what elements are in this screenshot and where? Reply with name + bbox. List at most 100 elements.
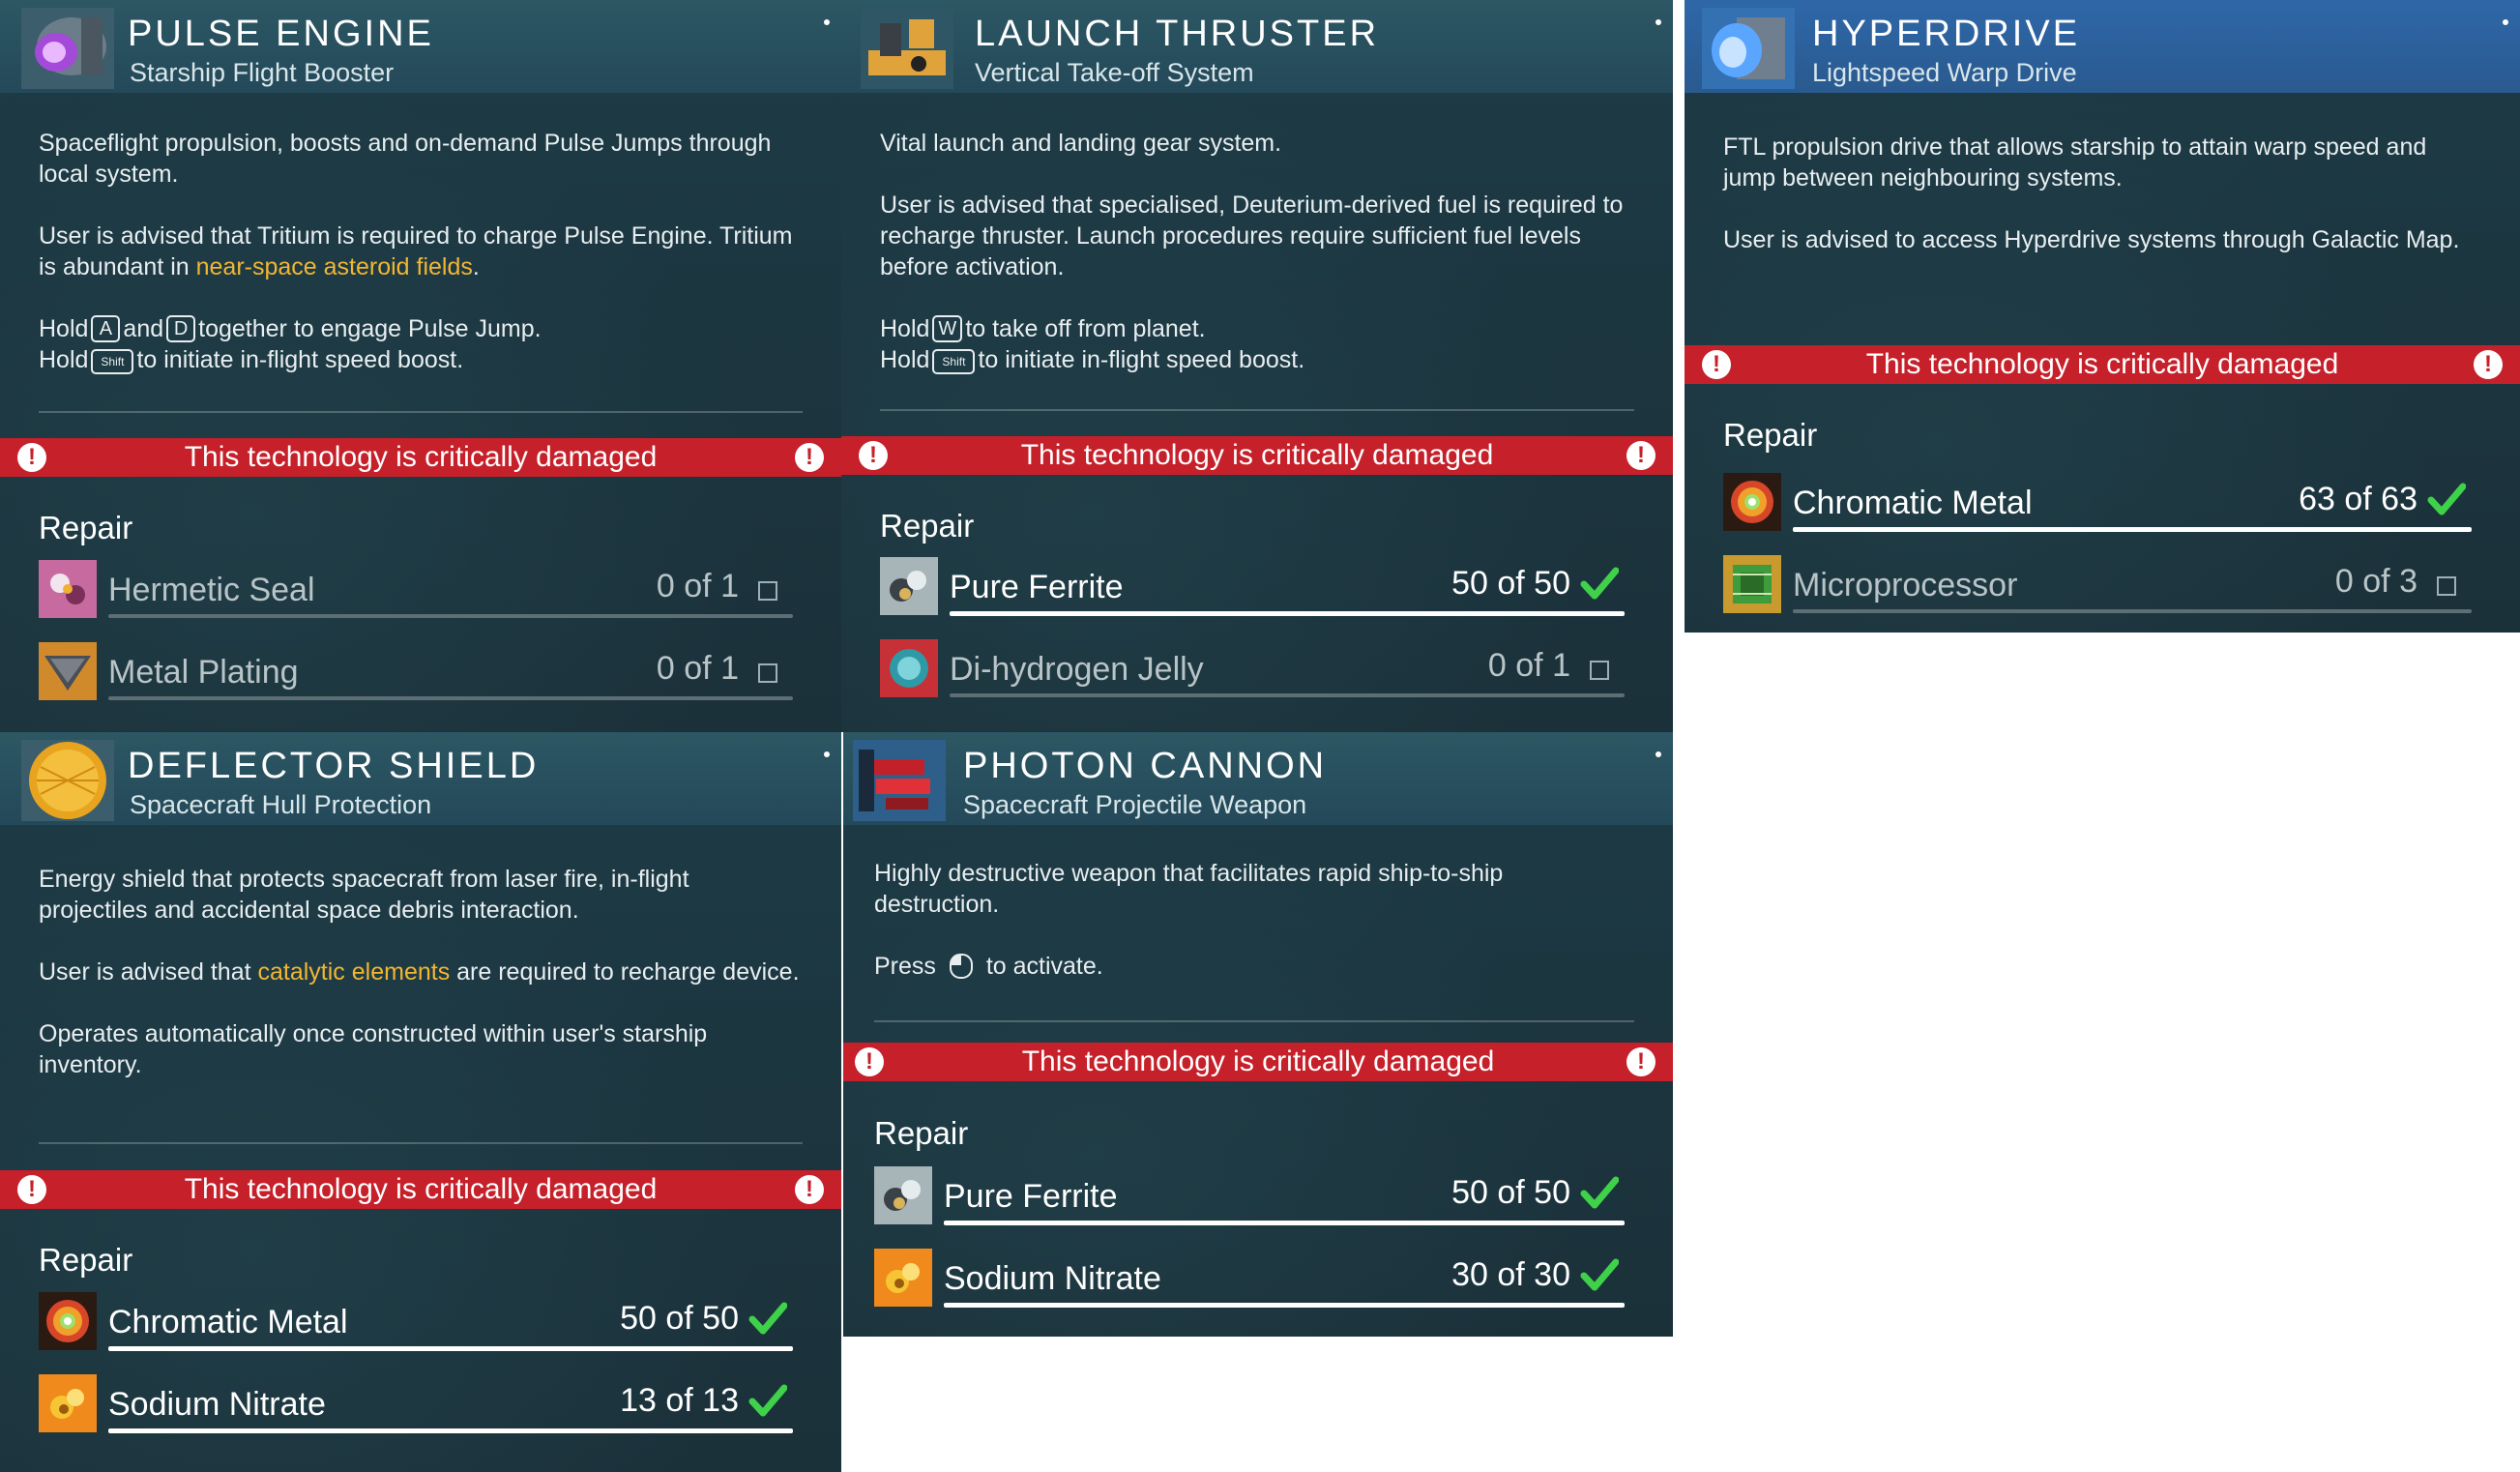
repair-item-pure-ferrite[interactable]: Pure Ferrite 50 of 50 [874, 1161, 1625, 1230]
key-d: D [166, 315, 196, 342]
warning-text: This technology is critically damaged [184, 1173, 658, 1205]
launch-thruster-panel: LAUNCH THRUSTER Vertical Take-off System… [841, 0, 1673, 732]
warning-icon: ! [1626, 441, 1656, 470]
repair-item-chromatic-metal[interactable]: Chromatic Metal 63 of 63 [1723, 467, 2472, 537]
progress-underline [108, 614, 793, 618]
deflector-shield-icon [21, 740, 114, 821]
control-hint: Hold Wto take off from planet. [880, 315, 1206, 342]
item-name: Pure Ferrite [944, 1178, 1118, 1215]
divider [39, 411, 803, 413]
di-hydrogen-jelly-icon [880, 639, 938, 697]
sodium-nitrate-icon [874, 1249, 932, 1307]
repair-item-di-hydrogen-jelly[interactable]: Di-hydrogen Jelly 0 of 1 [880, 633, 1625, 703]
item-count: 30 of 30 [1451, 1256, 1570, 1293]
item-count: 63 of 63 [2299, 481, 2417, 517]
hyperdrive-icon [1702, 8, 1795, 89]
chromatic-metal-icon [39, 1292, 97, 1350]
desc-line: User is advised to access Hyperdrive sys… [1723, 226, 2460, 253]
progress-underline [1793, 609, 2472, 613]
progress-underline [108, 1428, 793, 1433]
warning-icon: ! [1702, 350, 1731, 379]
control-hint: Hold Shift to initiate in-flight speed boo… [39, 346, 464, 374]
divider [880, 409, 1634, 411]
hyperdrive-panel: HYPERDRIVE Lightspeed Warp Drive FTL pro… [1685, 0, 2520, 633]
repair-label: Repair [874, 1115, 969, 1151]
progress-underline [950, 611, 1625, 616]
control-hint: Press to activate. [874, 953, 1103, 980]
panel-title: LAUNCH THRUSTER [975, 14, 1380, 54]
repair-item-pure-ferrite[interactable]: Pure Ferrite 50 of 50 [880, 551, 1625, 621]
desc-line: Operates automatically once constructed … [39, 1020, 708, 1078]
warning-icon: ! [2474, 350, 2503, 379]
pure-ferrite-icon [880, 557, 938, 615]
item-count: 13 of 13 [620, 1382, 739, 1419]
control-hint: Hold Shift to initiate in-flight speed boo… [880, 346, 1305, 374]
pure-ferrite-icon [874, 1166, 932, 1224]
item-count: 50 of 50 [620, 1300, 739, 1337]
repair-item-sodium-nitrate[interactable]: Sodium Nitrate 13 of 13 [39, 1369, 793, 1438]
repair-item-hermetic-seal[interactable]: Hermetic Seal 0 of 1 [39, 554, 793, 624]
item-count: 50 of 50 [1451, 565, 1570, 602]
photon-cannon-header: PHOTON CANNON Spacecraft Projectile Weap… [843, 732, 1673, 825]
progress-underline [1793, 527, 2472, 532]
panel-subtitle: Spacecraft Projectile Weapon [963, 790, 1307, 819]
panel-description: FTL propulsion drive that allows starshi… [1723, 132, 2481, 286]
metal-plating-icon [39, 642, 97, 700]
corner-dot [1656, 19, 1661, 25]
desc-line: Highly destructive weapon that facilitat… [874, 860, 1504, 918]
deflector-shield-panel: DEFLECTOR SHIELD Spacecraft Hull Protect… [0, 732, 841, 1472]
warning-text: This technology is critically damaged [1020, 439, 1494, 471]
warning-icon: ! [1626, 1047, 1656, 1076]
warning-icon: ! [17, 1175, 46, 1204]
launch-thruster-header: LAUNCH THRUSTER Vertical Take-off System [841, 0, 1673, 93]
key-a: A [91, 315, 121, 342]
item-name: Sodium Nitrate [944, 1260, 1161, 1297]
damage-warning-banner: ! This technology is critically damaged … [0, 438, 841, 477]
damage-warning-banner: ! This technology is critically damaged … [841, 436, 1673, 475]
repair-item-microprocessor[interactable]: Microprocessor 0 of 3 [1723, 549, 2472, 619]
desc-line: User is advised that catalytic elements … [39, 958, 800, 986]
repair-label: Repair [39, 1242, 133, 1278]
item-count: 0 of 1 [1487, 647, 1570, 684]
repair-label: Repair [39, 510, 133, 545]
repair-item-chromatic-metal[interactable]: Chromatic Metal 50 of 50 [39, 1286, 793, 1356]
checkmark-icon [2427, 483, 2466, 515]
desc-line: Spaceflight propulsion, boosts and on-de… [39, 130, 772, 188]
highlight-text: near-space asteroid fields [195, 253, 473, 280]
hermetic-seal-icon [39, 560, 97, 618]
chromatic-metal-icon [1723, 473, 1781, 531]
warning-text: This technology is critically damaged [184, 441, 658, 473]
checkmark-icon [1580, 1258, 1619, 1291]
corner-dot [2503, 19, 2508, 25]
microprocessor-icon [1723, 555, 1781, 613]
panel-title: HYPERDRIVE [1812, 14, 2081, 54]
warning-icon: ! [795, 443, 824, 472]
item-count: 0 of 1 [656, 650, 739, 687]
repair-item-metal-plating[interactable]: Metal Plating 0 of 1 [39, 636, 793, 706]
item-name: Metal Plating [108, 654, 299, 691]
key-shift: Shift [932, 349, 976, 374]
progress-underline [108, 1346, 793, 1351]
damage-warning-banner: ! This technology is critically damaged … [0, 1170, 841, 1209]
item-count: 0 of 1 [656, 568, 739, 604]
repair-item-sodium-nitrate[interactable]: Sodium Nitrate 30 of 30 [874, 1243, 1625, 1312]
warning-icon: ! [855, 1047, 884, 1076]
progress-underline [944, 1221, 1625, 1225]
panel-subtitle: Spacecraft Hull Protection [130, 790, 432, 819]
sodium-nitrate-icon [39, 1374, 97, 1432]
control-hint: Hold Aand Dtogether to engage Pulse Jump. [39, 315, 542, 342]
photon-cannon-panel: PHOTON CANNON Spacecraft Projectile Weap… [843, 732, 1673, 1337]
incomplete-checkbox [2437, 576, 2456, 596]
panel-title: PULSE ENGINE [128, 14, 434, 54]
key-w: W [932, 315, 963, 342]
incomplete-checkbox [758, 663, 777, 683]
hyperdrive-header: HYPERDRIVE Lightspeed Warp Drive [1685, 0, 2520, 93]
deflector-shield-header: DEFLECTOR SHIELD Spacecraft Hull Protect… [0, 732, 841, 825]
checkmark-icon [748, 1302, 787, 1335]
pulse-engine-icon [21, 8, 114, 89]
repair-label: Repair [880, 508, 975, 544]
warning-icon: ! [859, 441, 888, 470]
launch-thruster-icon [861, 8, 953, 89]
item-name: Pure Ferrite [950, 569, 1124, 605]
item-count: 0 of 3 [2334, 563, 2417, 600]
